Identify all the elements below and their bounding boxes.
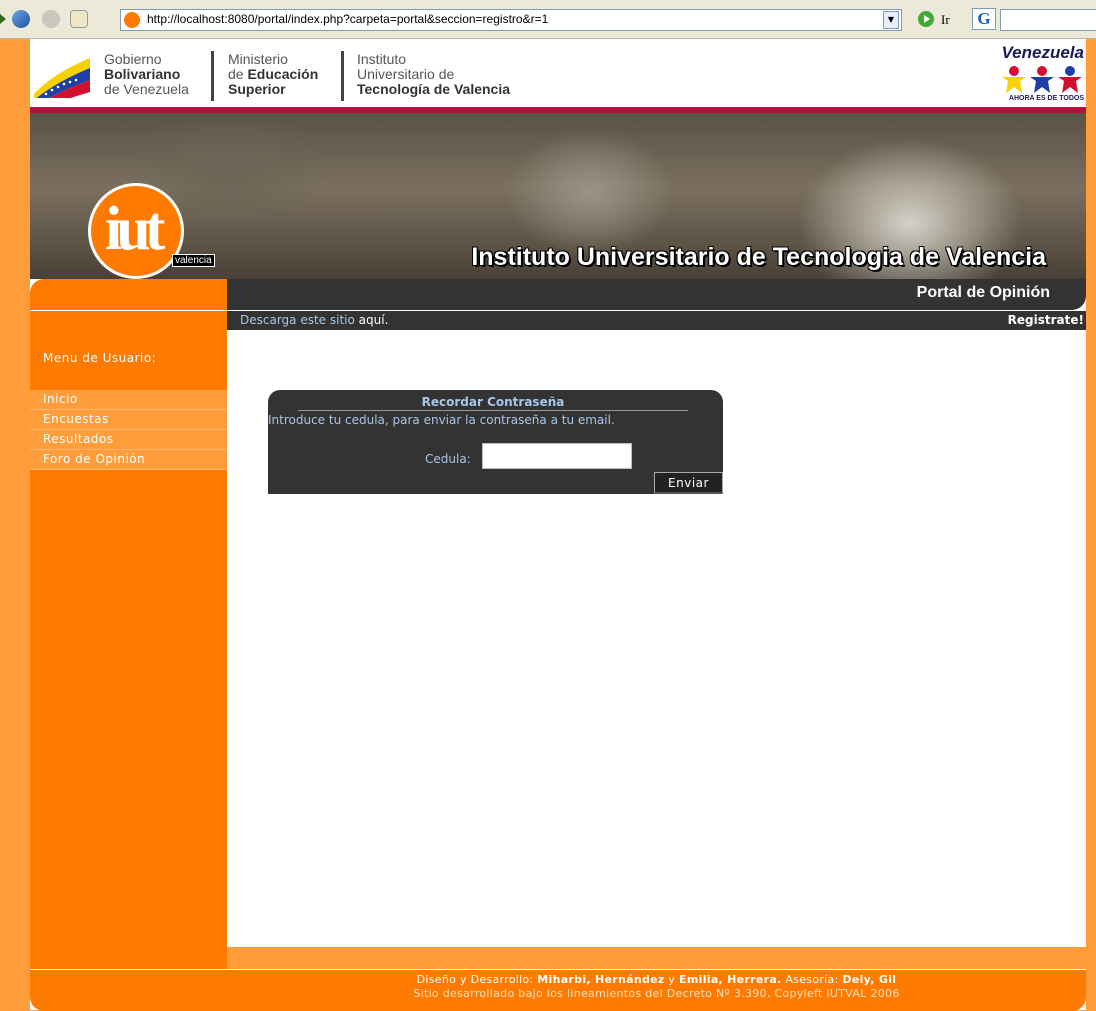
footer-text: Asesoría:	[781, 973, 843, 986]
go-icon[interactable]	[918, 11, 934, 27]
iut-logo-icon: iut	[88, 183, 184, 279]
gov-line: Ministerio	[228, 51, 288, 67]
stop-icon[interactable]	[42, 10, 60, 28]
gov-line: Gobierno	[104, 51, 162, 67]
refresh-icon[interactable]	[12, 10, 30, 28]
cedula-input[interactable]	[482, 443, 632, 469]
google-search-icon[interactable]: G	[972, 8, 996, 30]
footer-credits: Diseño y Desarrollo: Miharbi, Hernández …	[227, 973, 1086, 986]
logo-word: Venezuela	[1001, 43, 1084, 62]
address-bar[interactable]: http://localhost:8080/portal/index.php?c…	[120, 9, 902, 31]
banner-image: iut valencia Instituto Universitario de …	[30, 113, 1086, 279]
gov-line: de Venezuela	[104, 81, 189, 97]
gov-line: Universitario de	[357, 66, 455, 82]
gov-line: Instituto	[357, 51, 407, 67]
gov-line-bold: Educación	[247, 66, 319, 82]
go-button-label[interactable]: Ir	[941, 12, 950, 28]
browser-toolbar: http://localhost:8080/portal/index.php?c…	[0, 0, 1096, 39]
chevron-down-icon[interactable]: ▼	[883, 11, 899, 29]
government-header: Gobierno Bolivariano de Venezuela Minist…	[30, 39, 1086, 107]
sidebar-item-inicio[interactable]: Inicio	[30, 390, 227, 410]
banner-title: Instituto Universitario de Tecnologia de…	[471, 243, 1046, 271]
gobierno-text: Gobierno Bolivariano de Venezuela	[104, 52, 189, 97]
footer-license: Sitio desarrollado bajo los lineamientos…	[413, 987, 900, 1000]
download-link[interactable]: aquí.	[359, 313, 389, 327]
header-divider	[341, 51, 344, 101]
footer-advisor: Dely, Gil	[842, 973, 897, 986]
portal-title-bar: Portal de Opinión	[227, 279, 1086, 310]
home-icon[interactable]	[70, 10, 88, 28]
venezuela-ahora-es-de-todos-logo: Venezuela AHORA ES DE TODOS	[984, 43, 1086, 105]
header-divider	[211, 51, 214, 101]
ministerio-text: Ministerio de Educación Superior	[228, 52, 318, 97]
venezuela-flag-icon	[34, 58, 90, 98]
gov-line-bold: Superior	[228, 81, 286, 97]
logo-text: iut	[105, 195, 165, 263]
gov-line-bold: Tecnología de Valencia	[357, 81, 511, 97]
google-search-input[interactable]	[1000, 9, 1096, 31]
footer-left-cap	[30, 969, 227, 1011]
form-title: Recordar Contraseña	[298, 395, 688, 411]
logo-subtext: valencia	[172, 254, 215, 267]
form-instructions: Introduce tu cedula, para enviar la cont…	[268, 413, 615, 427]
people-figures-icon	[984, 65, 1086, 95]
remember-password-form: Recordar Contraseña Introduce tu cedula,…	[268, 390, 723, 494]
user-menu: Inicio Encuestas Resultados Foro de Opin…	[30, 390, 227, 470]
footer-text: Diseño y Desarrollo:	[416, 973, 538, 986]
footer-top-bar	[227, 947, 1086, 969]
logo-tagline: AHORA ES DE TODOS	[1008, 95, 1084, 102]
portal-title: Portal de Opinión	[916, 284, 1050, 301]
sidebar-item-encuestas[interactable]: Encuestas	[30, 410, 227, 430]
instituto-text: Instituto Universitario de Tecnología de…	[357, 52, 510, 97]
download-strip: Descarga este sitio aquí. Registrate!	[227, 310, 1086, 330]
site-favicon-icon	[124, 12, 140, 28]
gov-line: de	[228, 66, 248, 82]
sidebar: Menu de Usuario: Inicio Encuestas Result…	[30, 310, 227, 970]
sidebar-item-foro[interactable]: Foro de Opinión	[30, 450, 227, 470]
footer-author: Miharbi, Hernández	[537, 973, 665, 986]
footer: Diseño y Desarrollo: Miharbi, Hernández …	[227, 969, 1086, 1011]
sidebar-item-resultados[interactable]: Resultados	[30, 430, 227, 450]
footer-text: y	[664, 973, 680, 986]
register-link[interactable]: Registrate!	[1008, 313, 1084, 327]
back-arrow-icon[interactable]	[0, 14, 8, 24]
send-button[interactable]: Enviar	[654, 472, 723, 494]
gov-line-bold: Bolivariano	[104, 66, 181, 82]
download-notice: Descarga este sitio aquí.	[240, 313, 388, 327]
cedula-label: Cedula:	[425, 452, 471, 466]
menu-heading: Menu de Usuario:	[43, 351, 157, 365]
address-url[interactable]: http://localhost:8080/portal/index.php?c…	[147, 12, 548, 26]
download-label: Descarga este sitio	[240, 313, 355, 327]
page: Gobierno Bolivariano de Venezuela Minist…	[30, 39, 1086, 1011]
sidebar-top-cap	[30, 279, 227, 310]
footer-author: Emilia, Herrera.	[679, 973, 782, 986]
